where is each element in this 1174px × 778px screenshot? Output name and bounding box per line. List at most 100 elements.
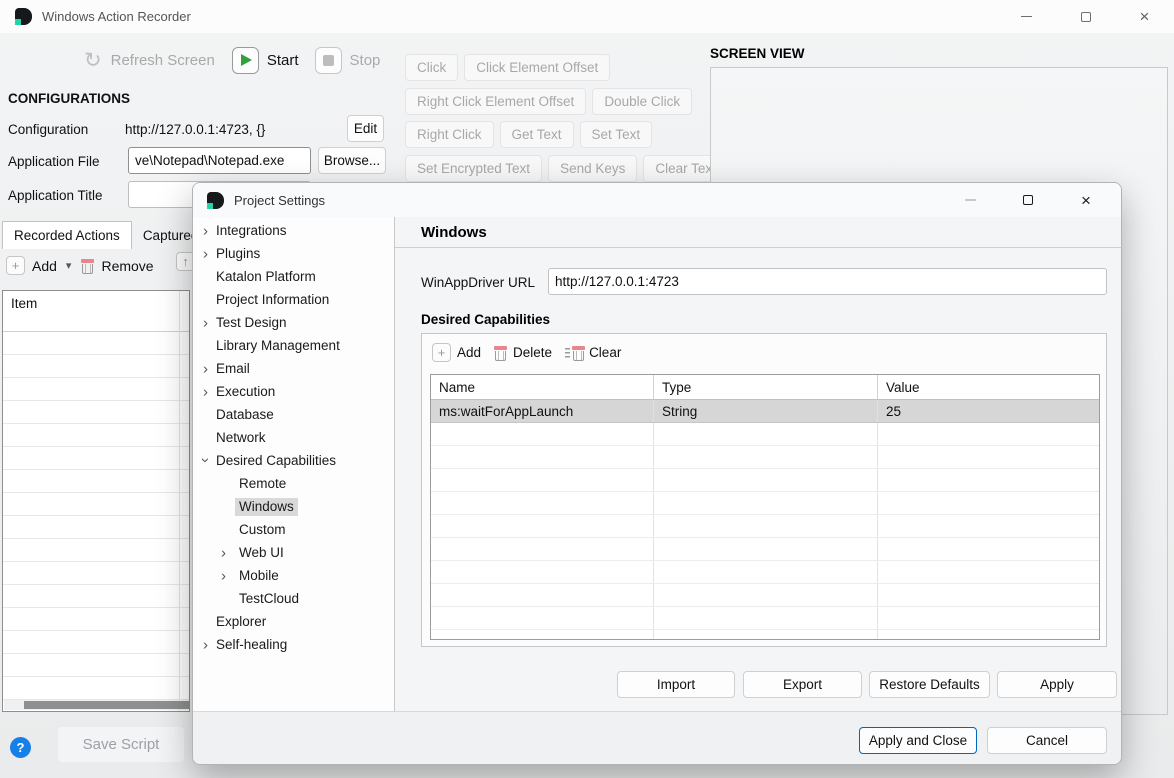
tree-item-katalon-platform[interactable]: Katalon Platform (193, 265, 394, 288)
chevron-right-icon: › (203, 315, 208, 330)
column-header-name[interactable]: Name (431, 375, 654, 399)
tree-item-label: Database (216, 407, 274, 422)
empty-cell (654, 561, 878, 583)
empty-cell (654, 607, 878, 629)
configuration-value: http://127.0.0.1:4723, {} (125, 122, 265, 137)
application-file-input[interactable] (128, 147, 311, 174)
tree-item-remote[interactable]: Remote (193, 472, 394, 495)
tree-item-database[interactable]: Database (193, 403, 394, 426)
empty-table-row (431, 423, 1099, 446)
tree-item-execution[interactable]: ›Execution (193, 380, 394, 403)
tree-item-test-design[interactable]: ›Test Design (193, 311, 394, 334)
remove-button[interactable]: Remove (101, 258, 153, 274)
browse-button[interactable]: Browse... (318, 147, 386, 174)
empty-cell (431, 515, 654, 537)
screen-view-heading: SCREEN VIEW (710, 46, 805, 61)
tree-item-windows[interactable]: Windows (193, 495, 394, 518)
tree-item-network[interactable]: Network (193, 426, 394, 449)
dialog-minimize-button[interactable] (941, 183, 999, 217)
scrollbar-thumb[interactable] (24, 701, 190, 709)
tree-item-email[interactable]: ›Email (193, 357, 394, 380)
empty-cell (431, 607, 654, 629)
desired-capabilities-heading: Desired Capabilities (421, 312, 550, 327)
tree-item-plugins[interactable]: ›Plugins (193, 242, 394, 265)
stop-button[interactable] (315, 47, 342, 74)
edit-button[interactable]: Edit (347, 115, 384, 142)
column-header-value[interactable]: Value (878, 375, 1099, 399)
tree-item-testcloud[interactable]: TestCloud (193, 587, 394, 610)
double-click-button[interactable]: Double Click (592, 88, 692, 115)
capabilities-add-button[interactable]: Add (457, 345, 481, 360)
capabilities-delete-button[interactable]: Delete (513, 345, 552, 360)
minimize-icon (965, 199, 976, 201)
tree-item-mobile[interactable]: ›Mobile (193, 564, 394, 587)
tree-item-desired-capabilities[interactable]: ›Desired Capabilities (193, 449, 394, 472)
application-title-label: Application Title (8, 188, 103, 203)
empty-table-row (431, 515, 1099, 538)
set-text-button[interactable]: Set Text (580, 121, 653, 148)
settings-tree: ›Integrations ›Plugins Katalon Platform … (193, 217, 395, 711)
tree-item-label: Desired Capabilities (216, 453, 336, 468)
get-text-button[interactable]: Get Text (500, 121, 574, 148)
refresh-screen-button[interactable]: Refresh Screen (111, 52, 215, 69)
set-encrypted-text-button[interactable]: Set Encrypted Text (405, 155, 542, 182)
refresh-icon: ↻ (84, 50, 102, 71)
remove-icon (81, 258, 94, 274)
tree-item-project-information[interactable]: Project Information (193, 288, 394, 311)
dialog-maximize-button[interactable] (999, 183, 1057, 217)
empty-cell (654, 492, 878, 514)
empty-table-row (3, 378, 189, 401)
empty-table-row (3, 654, 189, 677)
add-dropdown-caret-icon[interactable]: ▾ (66, 259, 72, 272)
empty-table-row (3, 401, 189, 424)
horizontal-scrollbar[interactable] (4, 700, 188, 710)
stop-icon (323, 55, 334, 66)
start-button[interactable] (232, 47, 259, 74)
tree-item-library-management[interactable]: Library Management (193, 334, 394, 357)
export-button[interactable]: Export (743, 671, 862, 698)
empty-cell (431, 469, 654, 491)
settings-panel: Windows WinAppDriver URL Desired Capabil… (395, 217, 1122, 711)
save-script-button[interactable]: Save Script (57, 726, 185, 763)
send-keys-button[interactable]: Send Keys (548, 155, 637, 182)
column-header-type[interactable]: Type (654, 375, 878, 399)
empty-cell (431, 584, 654, 606)
click-button[interactable]: Click (405, 54, 458, 81)
tree-item-web-ui[interactable]: ›Web UI (193, 541, 394, 564)
empty-cell (431, 538, 654, 560)
capability-value-cell: 25 (878, 400, 1099, 422)
close-button[interactable]: × (1115, 0, 1174, 33)
tree-item-explorer[interactable]: Explorer (193, 610, 394, 633)
dialog-close-button[interactable]: × (1057, 183, 1115, 217)
capabilities-clear-button[interactable]: Clear (589, 345, 621, 360)
tab-recorded-actions[interactable]: Recorded Actions (2, 221, 132, 249)
click-element-offset-button[interactable]: Click Element Offset (464, 54, 610, 81)
tree-item-self-healing[interactable]: ›Self-healing (193, 633, 394, 656)
empty-table-row (3, 447, 189, 470)
start-label: Start (267, 52, 299, 69)
restore-defaults-button[interactable]: Restore Defaults (869, 671, 990, 698)
right-click-element-offset-button[interactable]: Right Click Element Offset (405, 88, 586, 115)
maximize-button[interactable] (1056, 0, 1115, 33)
chevron-down-icon: › (198, 457, 213, 462)
empty-cell (878, 630, 1099, 640)
tree-item-integrations[interactable]: ›Integrations (193, 219, 394, 242)
window-controls: × (997, 0, 1174, 33)
capability-name-cell: ms:waitForAppLaunch (431, 400, 654, 422)
clear-icon (572, 345, 585, 361)
help-icon[interactable]: ? (10, 737, 31, 758)
winappdriver-url-input[interactable] (548, 268, 1107, 295)
cancel-button[interactable]: Cancel (987, 727, 1107, 754)
heading-divider (395, 247, 1122, 248)
item-column-header[interactable]: Item (3, 291, 189, 332)
capability-row-selected[interactable]: ms:waitForAppLaunch String 25 (431, 400, 1099, 423)
import-button[interactable]: Import (617, 671, 735, 698)
tree-item-custom[interactable]: Custom (193, 518, 394, 541)
empty-cell (878, 584, 1099, 606)
empty-table-row (3, 424, 189, 447)
right-click-button[interactable]: Right Click (405, 121, 494, 148)
apply-and-close-button[interactable]: Apply and Close (859, 727, 977, 754)
apply-button[interactable]: Apply (997, 671, 1117, 698)
add-button[interactable]: Add (32, 258, 57, 274)
minimize-button[interactable] (997, 0, 1056, 33)
